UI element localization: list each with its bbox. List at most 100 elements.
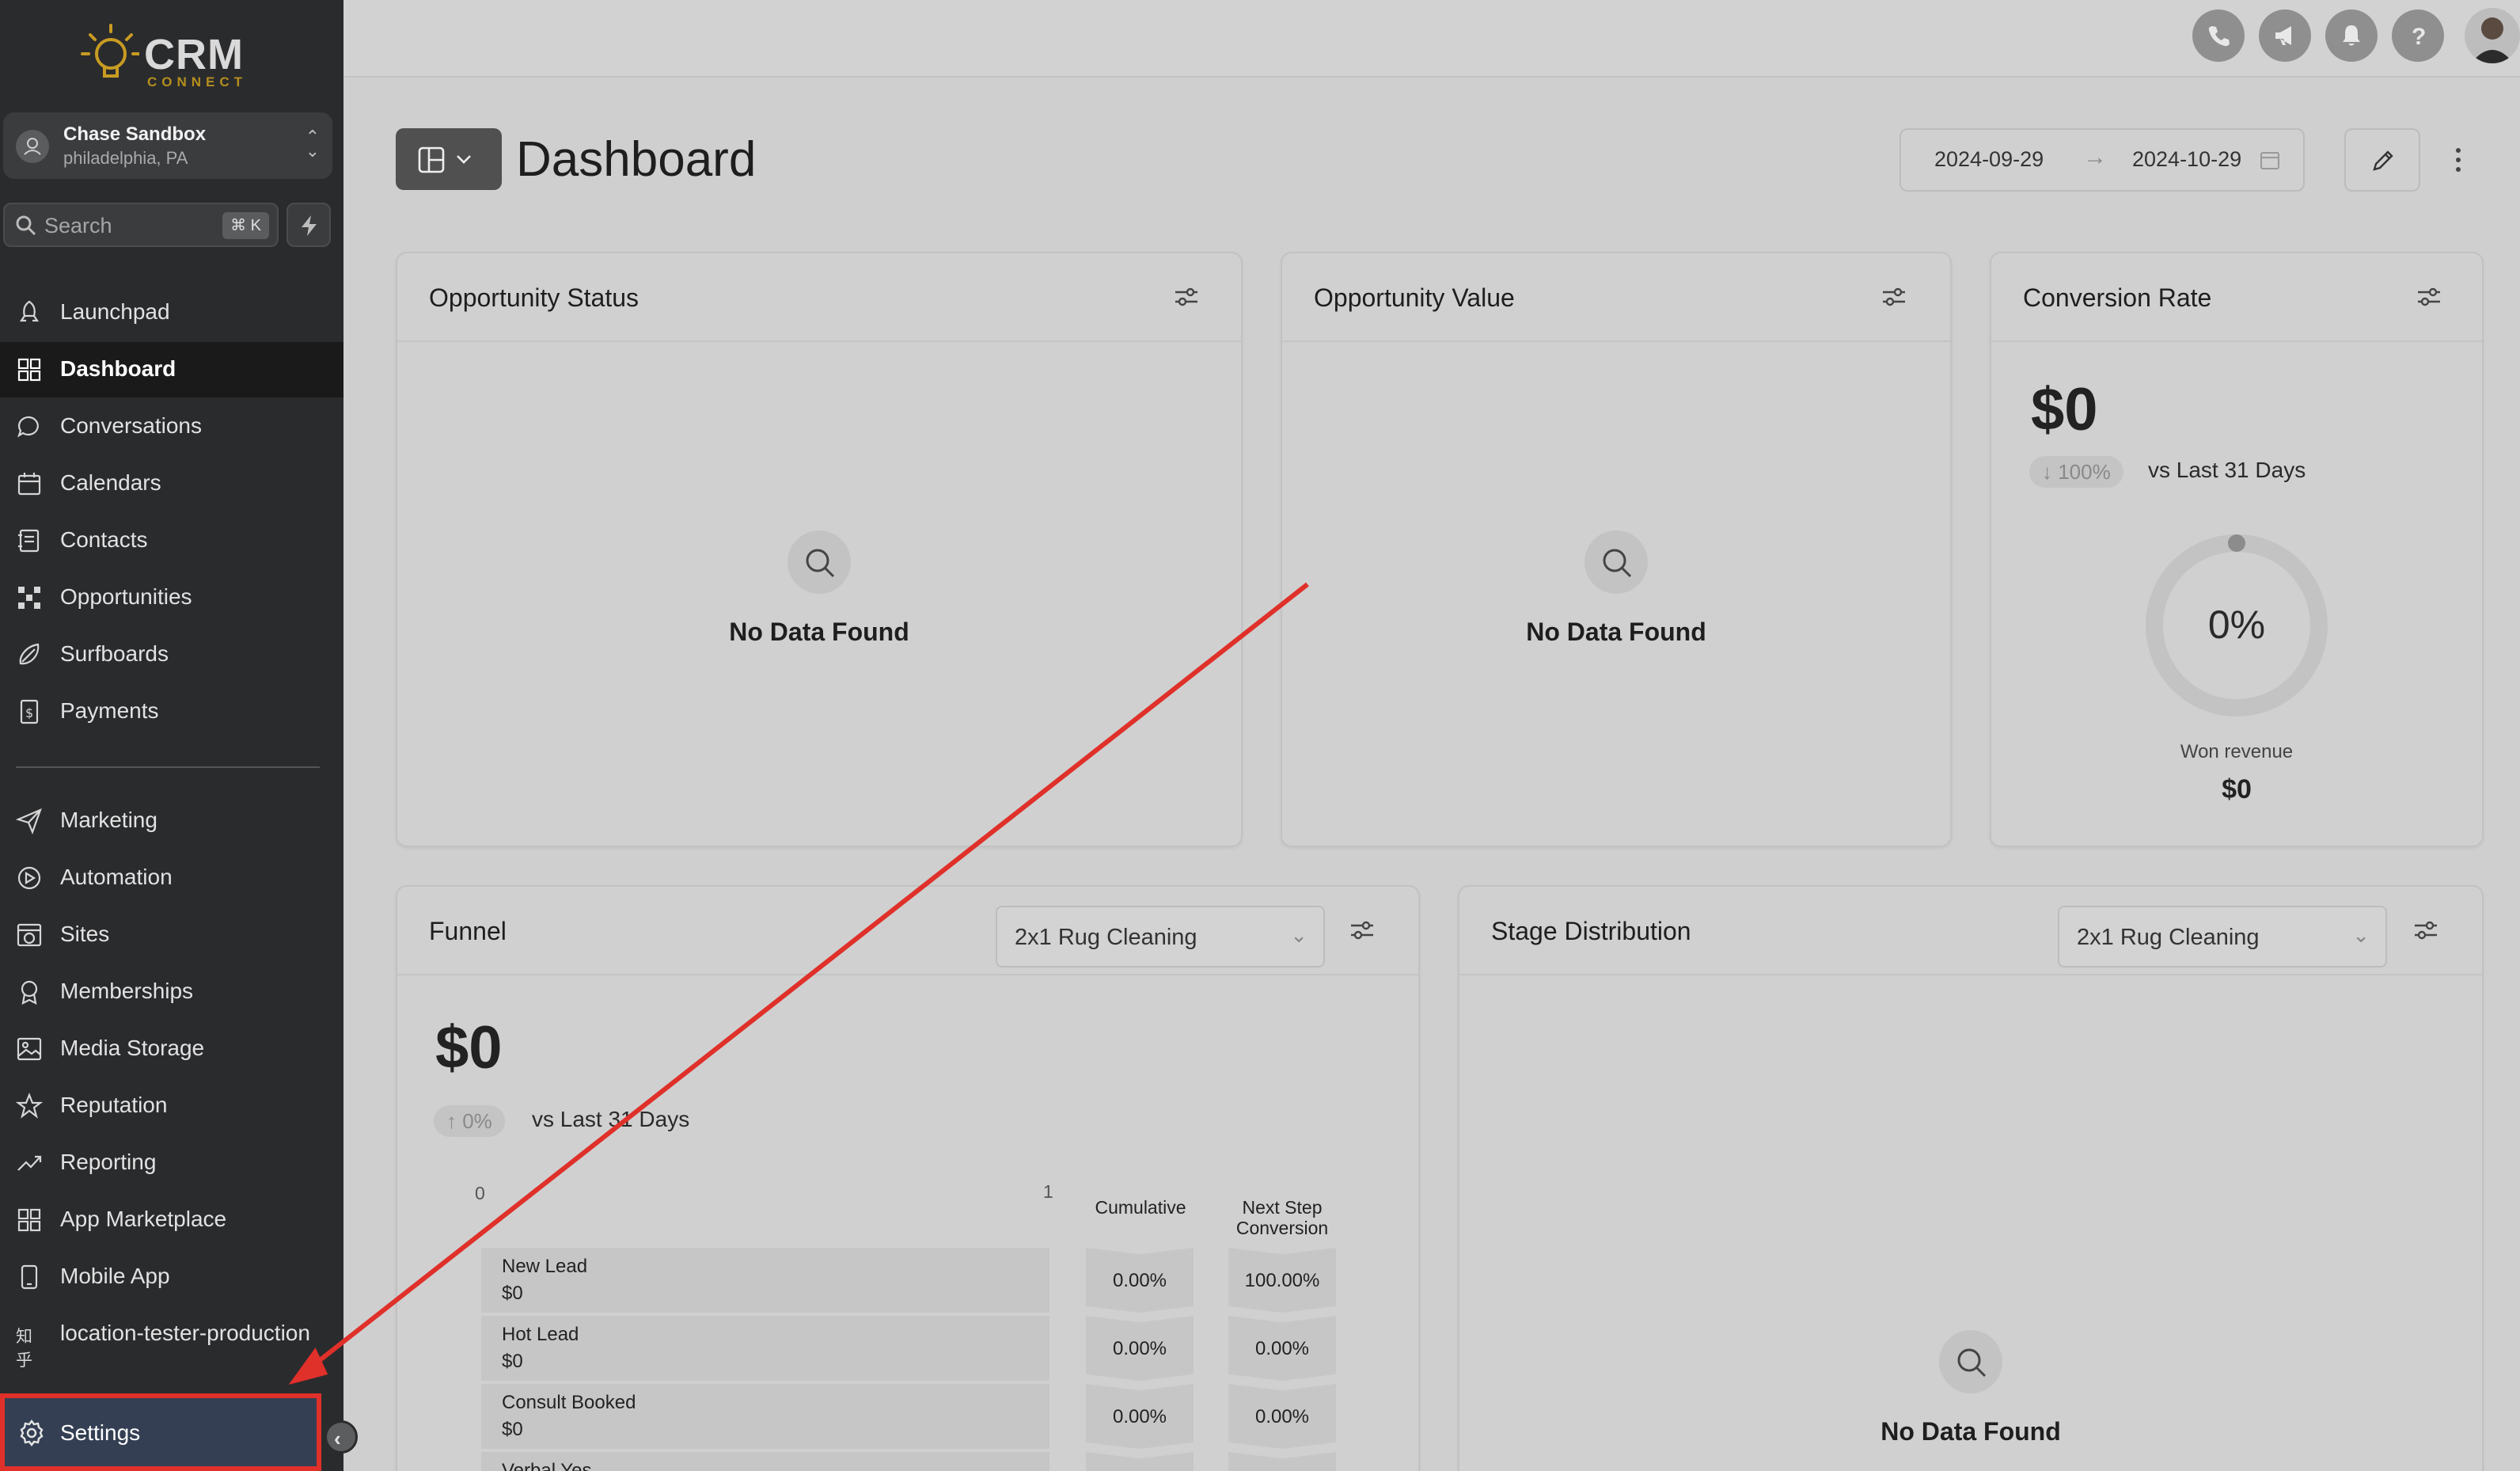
sidebar-item-surfboards[interactable]: Surfboards	[0, 627, 343, 682]
sidebar-item-label: Launchpad	[60, 299, 170, 324]
svg-text:?: ?	[2412, 24, 2426, 48]
network-icon	[18, 587, 40, 609]
filter-icon[interactable]	[2412, 918, 2439, 942]
stage-name: Hot Lead	[502, 1324, 579, 1345]
sidebar-item-settings[interactable]: Settings	[0, 1393, 321, 1471]
layout-switcher-button[interactable]	[396, 128, 502, 190]
sidebar-item-label: Memberships	[60, 979, 194, 1003]
filter-icon[interactable]	[1349, 918, 1376, 942]
arrow-right-icon: →	[2083, 144, 2107, 170]
card-header: Funnel 2x1 Rug Cleaning ⌄	[397, 887, 1418, 975]
search-icon	[1939, 1330, 2002, 1393]
user-avatar[interactable]	[2465, 8, 2520, 63]
pipeline-select[interactable]: 2x1 Rug Cleaning ⌄	[996, 906, 1325, 967]
sidebar-item-memberships[interactable]: Memberships	[0, 964, 343, 1020]
stage-name: Consult Booked	[502, 1392, 636, 1413]
phone-button[interactable]	[2192, 10, 2245, 62]
stage-name: Verbal Yes	[502, 1460, 592, 1471]
grid-icon	[17, 358, 41, 382]
sidebar-item-reporting[interactable]: Reporting	[0, 1135, 343, 1191]
image-icon	[17, 1037, 42, 1061]
announcements-button[interactable]	[2259, 10, 2311, 62]
next-step-value: 0.00%	[1254, 1406, 1310, 1427]
sidebar-item-conversations[interactable]: Conversations	[0, 399, 343, 454]
search-icon	[16, 215, 36, 236]
sidebar-item-automation[interactable]: Automation	[0, 850, 343, 906]
sidebar-item-reputation[interactable]: Reputation	[0, 1078, 343, 1134]
help-button[interactable]: ?	[2392, 10, 2444, 62]
stage-distribution-card: Stage Distribution 2x1 Rug Cleaning ⌄ No…	[1458, 885, 2484, 1471]
account-avatar-icon	[16, 130, 49, 163]
opportunity-value-card: Opportunity Value No Data Found	[1281, 252, 1952, 847]
megaphone-icon	[2275, 26, 2291, 45]
card-title: Stage Distribution	[1491, 917, 1691, 945]
conversion-comparison-text: vs Last 31 Days	[2148, 458, 2306, 482]
sidebar-item-launchpad[interactable]: Launchpad	[0, 285, 343, 340]
cumulative-cell: 0.00%	[1086, 1248, 1194, 1313]
funnel-card: Funnel 2x1 Rug Cleaning ⌄ $0 ↑ 0% vs Las…	[396, 885, 1420, 1471]
sidebar-item-label: Sites	[60, 922, 110, 946]
empty-state-text: No Data Found	[729, 618, 909, 646]
settings-label: Settings	[60, 1420, 141, 1445]
sidebar-item-label: Reporting	[60, 1150, 157, 1174]
empty-state-text: No Data Found	[1526, 618, 1706, 646]
pipeline-select[interactable]: 2x1 Rug Cleaning ⌄	[2058, 906, 2387, 967]
sidebar-item-payments[interactable]: $ Payments	[0, 684, 343, 739]
funnel-axis-min: 0	[475, 1183, 485, 1203]
send-icon	[16, 808, 42, 834]
date-start: 2024-09-29	[1934, 147, 2044, 171]
calendar-icon	[17, 473, 41, 496]
sidebar-item-label: Marketing	[60, 808, 158, 832]
stage-name: New Lead	[502, 1256, 588, 1277]
cumulative-cell: 0.00%	[1086, 1384, 1194, 1449]
sidebar-item-marketing[interactable]: Marketing	[0, 793, 343, 849]
sidebar-item-dashboard[interactable]: Dashboard	[0, 342, 343, 397]
account-switcher[interactable]: Chase Sandbox philadelphia, PA ⌃ ⌄	[3, 112, 332, 179]
apps-icon	[17, 1208, 41, 1232]
card-header: Opportunity Status	[397, 253, 1241, 342]
next-step-cell: 100.00%	[1228, 1248, 1336, 1313]
more-options-button[interactable]	[2442, 141, 2474, 181]
date-range-picker[interactable]: 2024-09-29 → 2024-10-29	[1899, 128, 2305, 192]
help-icon: ?	[2412, 24, 2426, 48]
topbar: ?	[343, 0, 2520, 78]
filter-icon[interactable]	[1173, 285, 1200, 309]
funnel-row: Verbal Yes	[481, 1452, 1049, 1471]
app-logo[interactable]: CRM CONNECT	[68, 14, 244, 93]
sidebar-item-label: App Marketplace	[60, 1207, 227, 1231]
funnel-value: $0	[435, 1014, 503, 1081]
filter-icon[interactable]	[2416, 285, 2442, 309]
collapse-sidebar-button[interactable]: ‹	[324, 1420, 358, 1454]
funnel-axis-max: 1	[1043, 1181, 1053, 1202]
filter-icon[interactable]	[1881, 285, 1907, 309]
sidebar-item-label: Payments	[60, 698, 159, 723]
search-input[interactable]: Search ⌘ K	[3, 203, 279, 247]
rocket-icon	[19, 300, 40, 322]
sidebar-item-contacts[interactable]: Contacts	[0, 513, 343, 568]
sidebar-item-label: Dashboard	[60, 356, 176, 381]
funnel-row: New Lead $0	[481, 1248, 1049, 1313]
sidebar-item-app-marketplace[interactable]: App Marketplace	[0, 1192, 343, 1248]
contacts-icon	[18, 529, 40, 553]
edit-dashboard-button[interactable]	[2344, 128, 2420, 192]
sidebar-item-sites[interactable]: Sites	[0, 907, 343, 963]
pipeline-select-value: 2x1 Rug Cleaning	[2077, 925, 2260, 950]
sidebar-item-mobile-app[interactable]: Mobile App	[0, 1249, 343, 1305]
search-shortcut: ⌘ K	[222, 212, 269, 239]
gauge-value: 0%	[2207, 602, 2266, 647]
sidebar-item-media-storage[interactable]: Media Storage	[0, 1021, 343, 1077]
sidebar-item-location-tester[interactable]: 知乎 location-tester-production	[0, 1306, 343, 1370]
chat-icon	[17, 416, 39, 438]
next-step-cell: 0.00%	[1228, 1384, 1336, 1449]
sidebar-item-label: location-tester-production	[60, 1321, 310, 1345]
chevron-left-icon: ‹	[334, 1427, 341, 1450]
logo-text: CRM	[144, 31, 244, 78]
won-revenue-label: Won revenue	[2180, 741, 2294, 762]
notifications-button[interactable]	[2325, 10, 2378, 62]
quick-actions-button[interactable]	[287, 203, 331, 247]
empty-state-text: No Data Found	[1881, 1417, 2061, 1446]
sidebar-item-opportunities[interactable]: Opportunities	[0, 570, 343, 625]
pencil-icon	[2373, 150, 2393, 171]
globe-icon	[17, 923, 42, 947]
sidebar-item-calendars[interactable]: Calendars	[0, 456, 343, 511]
